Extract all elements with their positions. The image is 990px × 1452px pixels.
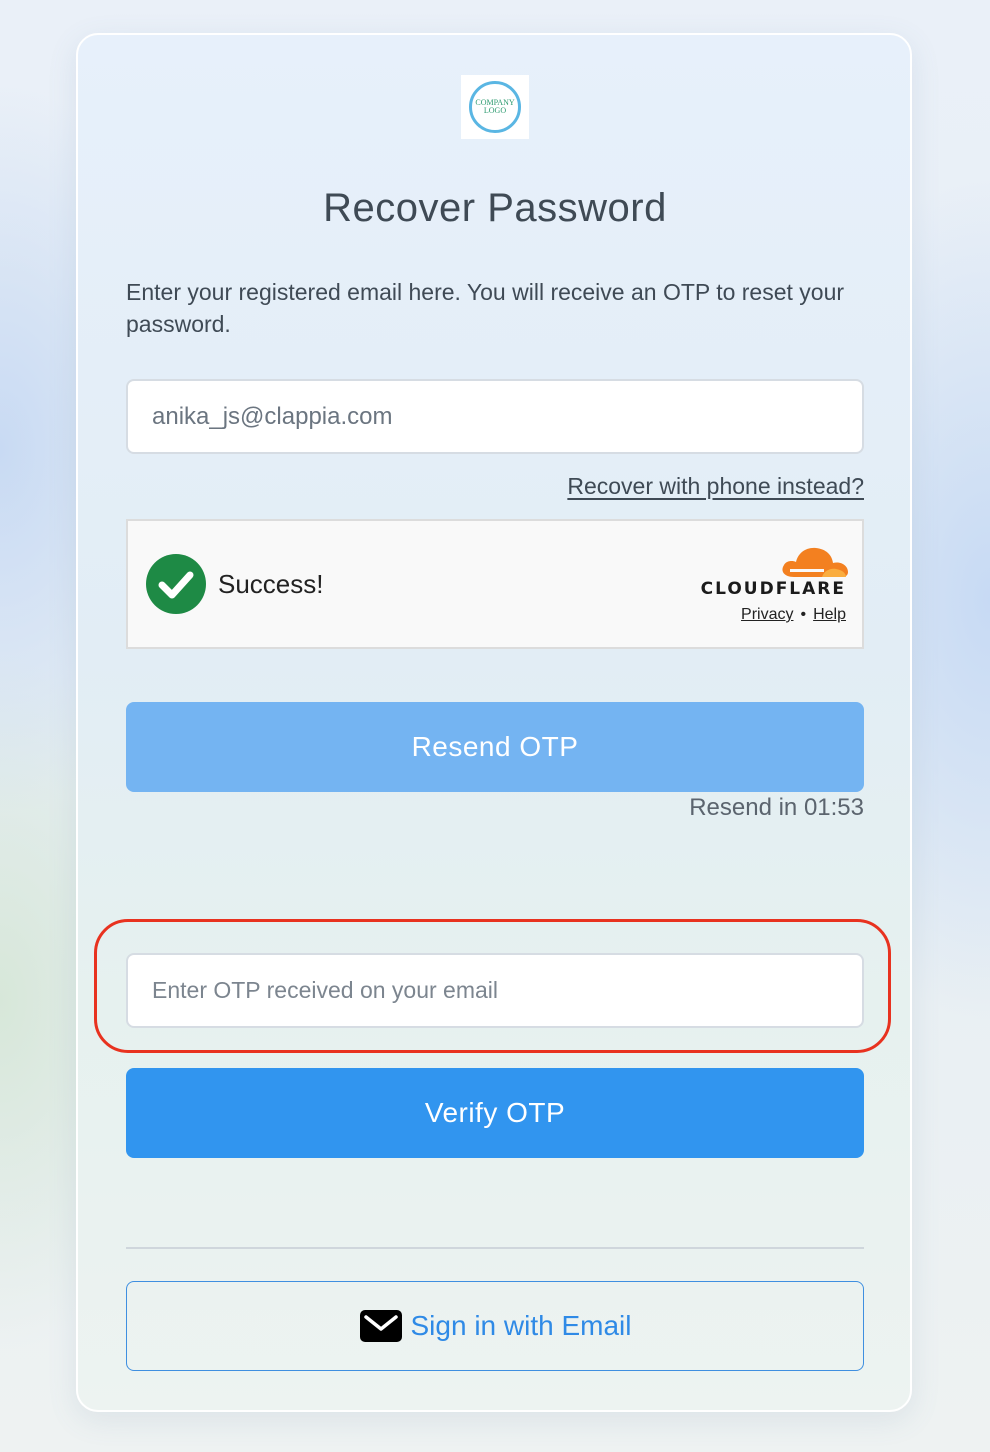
instructions-text: Enter your registered email here. You wi… [126,279,845,337]
cloudflare-links: Privacy • Help [741,606,846,624]
email-input[interactable] [126,379,864,454]
divider [126,1247,864,1249]
sign-in-with-email-label: Sign in with Email [410,1310,632,1341]
mail-icon [359,1310,402,1342]
logo-ring: COMPANY LOGO [469,81,521,133]
cloudflare-cloud-icon [782,547,848,577]
captcha-status: Success! [218,569,324,599]
resend-otp-button[interactable]: Resend OTP [126,702,864,792]
resend-timer: Resend in 01:53 [689,794,864,821]
logo-text-line2: LOGO [483,106,507,115]
otp-input[interactable] [126,953,864,1028]
cloudflare-captcha-widget: Success! CLOUDFLARE Privacy • Help [126,519,864,649]
success-check-icon [146,554,206,614]
company-logo: COMPANY LOGO [461,75,529,139]
link-separator: • [800,606,807,623]
page-title: Recover Password [323,186,667,230]
verify-otp-button[interactable]: Verify OTP [126,1068,864,1158]
privacy-link[interactable]: Privacy [741,606,793,623]
recover-with-phone-link[interactable]: Recover with phone instead? [567,473,864,500]
cloudflare-wordmark: CLOUDFLARE [700,579,846,599]
sign-in-with-email-button[interactable]: Sign in with Email [126,1281,864,1371]
help-link[interactable]: Help [813,606,846,623]
